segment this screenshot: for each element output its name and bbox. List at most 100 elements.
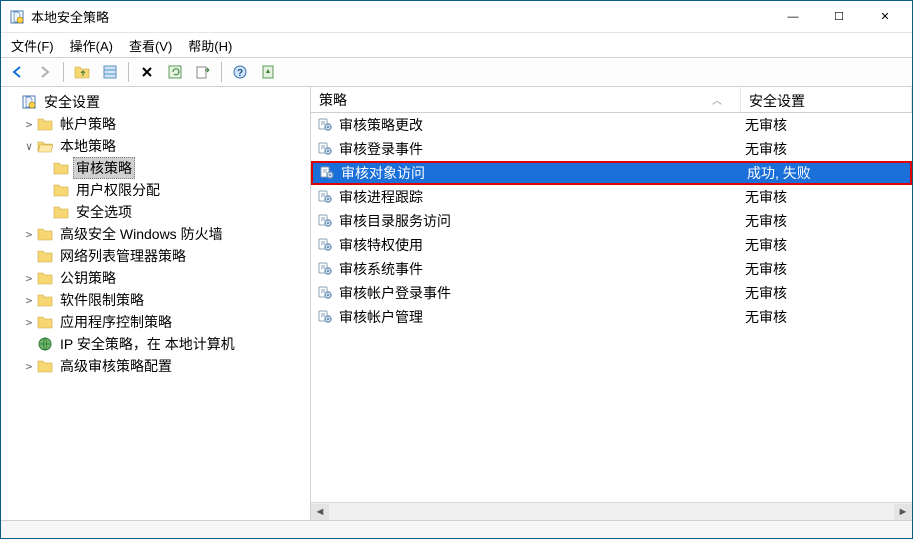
expander-icon[interactable]: ∨ bbox=[21, 140, 37, 153]
menu-view[interactable]: 查看(V) bbox=[129, 36, 172, 55]
cell-policy-text: 审核策略更改 bbox=[339, 115, 423, 135]
list-row[interactable]: 审核登录事件无审核 bbox=[311, 137, 912, 161]
up-button[interactable] bbox=[70, 60, 94, 84]
help-button[interactable]: ? bbox=[228, 60, 252, 84]
close-button[interactable]: ✕ bbox=[862, 2, 908, 32]
tree-item-audit-policy[interactable]: 审核策略 bbox=[1, 157, 310, 179]
cell-policy: 审核策略更改 bbox=[317, 115, 741, 135]
list-body[interactable]: 审核策略更改无审核审核登录事件无审核审核对象访问成功, 失败审核进程跟踪无审核审… bbox=[311, 113, 912, 502]
list-header: 策略 ︿ 安全设置 bbox=[311, 87, 912, 113]
list-row[interactable]: 审核对象访问 成功, 失败 bbox=[311, 161, 912, 185]
tree-item-label: 安全选项 bbox=[73, 201, 135, 223]
expander-icon[interactable]: > bbox=[21, 294, 37, 307]
policy-icon bbox=[317, 213, 335, 229]
policy-icon bbox=[317, 237, 335, 253]
tree-item-network-list[interactable]: 网络列表管理器策略 bbox=[1, 245, 310, 267]
column-header-label: 安全设置 bbox=[749, 93, 805, 109]
expander-icon[interactable]: > bbox=[21, 316, 37, 329]
policy-icon bbox=[317, 309, 335, 325]
tree-item-ipsec[interactable]: IP 安全策略，在 本地计算机 bbox=[1, 333, 310, 355]
cell-policy-text: 审核对象访问 bbox=[341, 163, 425, 183]
menu-bar: 文件(F) 操作(A) 查看(V) 帮助(H) bbox=[1, 33, 912, 57]
policy-icon bbox=[317, 189, 335, 205]
tree-item-account-policies[interactable]: > 帐户策略 bbox=[1, 113, 310, 135]
folder-icon bbox=[37, 248, 53, 264]
list-row[interactable]: 审核目录服务访问 无审核 bbox=[311, 209, 912, 233]
tree-item-label: 网络列表管理器策略 bbox=[57, 245, 189, 267]
column-header-policy[interactable]: 策略 ︿ bbox=[311, 87, 741, 112]
list-row[interactable]: 审核策略更改 无审核 bbox=[311, 113, 912, 137]
expander-icon[interactable]: > bbox=[21, 272, 37, 285]
policy-icon bbox=[317, 285, 335, 301]
list-row[interactable]: 审核帐户登录事件 无审核 bbox=[311, 281, 912, 305]
export-button[interactable] bbox=[191, 60, 215, 84]
cell-setting: 无审核 bbox=[741, 211, 912, 231]
menu-help[interactable]: 帮助(H) bbox=[188, 36, 232, 55]
tree-item-label: 高级审核策略配置 bbox=[57, 355, 175, 377]
toolbar: ? bbox=[1, 57, 912, 87]
policy-icon bbox=[317, 117, 335, 133]
forward-button[interactable] bbox=[33, 60, 57, 84]
tree-item-label: 高级安全 Windows 防火墙 bbox=[57, 223, 226, 245]
expander-icon[interactable]: > bbox=[21, 118, 37, 131]
folder-icon bbox=[37, 270, 53, 286]
menu-file[interactable]: 文件(F) bbox=[11, 36, 54, 55]
toolbar-separator bbox=[221, 62, 222, 82]
tree-item-label: 审核策略 bbox=[73, 157, 135, 179]
tree: 安全设置 > 帐户策略 ∨ 本地策略 审核策略 bbox=[1, 91, 310, 377]
tree-item-security-options[interactable]: 安全选项 bbox=[1, 201, 310, 223]
minimize-button[interactable]: — bbox=[770, 2, 816, 32]
menu-action[interactable]: 操作(A) bbox=[70, 36, 113, 55]
cell-policy-text: 审核目录服务访问 bbox=[339, 211, 451, 231]
cell-setting: 成功, 失败 bbox=[743, 163, 910, 183]
folder-icon bbox=[53, 204, 69, 220]
list-row[interactable]: 审核系统事件无审核 bbox=[311, 257, 912, 281]
tree-item-label: 本地策略 bbox=[57, 135, 119, 157]
tree-item-appcontrol[interactable]: > 应用程序控制策略 bbox=[1, 311, 310, 333]
scroll-right-icon[interactable]: ► bbox=[894, 504, 912, 520]
folder-icon bbox=[37, 292, 53, 308]
tree-item-label: 软件限制策略 bbox=[57, 289, 147, 311]
tree-item-local-policies[interactable]: ∨ 本地策略 bbox=[1, 135, 310, 157]
list-row[interactable]: 审核特权使用无审核 bbox=[311, 233, 912, 257]
policy-icon bbox=[317, 141, 335, 157]
toolbar-separator bbox=[63, 62, 64, 82]
properties-button[interactable] bbox=[256, 60, 280, 84]
policy-icon bbox=[319, 165, 337, 181]
back-button[interactable] bbox=[5, 60, 29, 84]
tree-item-firewall[interactable]: > 高级安全 Windows 防火墙 bbox=[1, 223, 310, 245]
tree-item-label: 应用程序控制策略 bbox=[57, 311, 175, 333]
tree-item-label: 帐户策略 bbox=[57, 113, 119, 135]
title-bar: 本地安全策略 — ☐ ✕ bbox=[1, 1, 912, 33]
tree-item-software-restrict[interactable]: > 软件限制策略 bbox=[1, 289, 310, 311]
expander-icon[interactable]: > bbox=[21, 360, 37, 373]
horizontal-scrollbar[interactable]: ◄ ► bbox=[311, 502, 912, 520]
expander-icon[interactable]: > bbox=[21, 228, 37, 241]
maximize-button[interactable]: ☐ bbox=[816, 2, 862, 32]
tree-item-user-rights[interactable]: 用户权限分配 bbox=[1, 179, 310, 201]
refresh-button[interactable] bbox=[163, 60, 187, 84]
cell-policy: 审核系统事件 bbox=[317, 259, 741, 279]
folder-icon bbox=[37, 358, 53, 374]
folder-open-icon bbox=[37, 138, 53, 154]
list-row[interactable]: 审核进程跟踪无审核 bbox=[311, 185, 912, 209]
tree-item-advanced-audit[interactable]: > 高级审核策略配置 bbox=[1, 355, 310, 377]
column-header-label: 策略 bbox=[319, 90, 347, 110]
policy-icon bbox=[317, 261, 335, 277]
delete-button[interactable] bbox=[135, 60, 159, 84]
list-row[interactable]: 审核帐户管理无审核 bbox=[311, 305, 912, 329]
cell-setting: 无审核 bbox=[741, 283, 912, 303]
tree-item-label: 公钥策略 bbox=[57, 267, 119, 289]
cell-policy-text: 审核帐户登录事件 bbox=[339, 283, 451, 303]
tree-pane[interactable]: 安全设置 > 帐户策略 ∨ 本地策略 审核策略 bbox=[1, 87, 311, 520]
cell-policy-text: 审核特权使用 bbox=[339, 235, 423, 255]
column-header-setting[interactable]: 安全设置 bbox=[741, 87, 912, 112]
cell-policy-text: 审核进程跟踪 bbox=[339, 187, 423, 207]
svg-text:?: ? bbox=[237, 68, 243, 79]
cell-setting: 无审核 bbox=[741, 115, 912, 135]
tree-root[interactable]: 安全设置 bbox=[1, 91, 310, 113]
scroll-left-icon[interactable]: ◄ bbox=[311, 504, 329, 520]
listview-button[interactable] bbox=[98, 60, 122, 84]
tree-item-pubkey[interactable]: > 公钥策略 bbox=[1, 267, 310, 289]
scroll-track[interactable] bbox=[329, 504, 894, 520]
